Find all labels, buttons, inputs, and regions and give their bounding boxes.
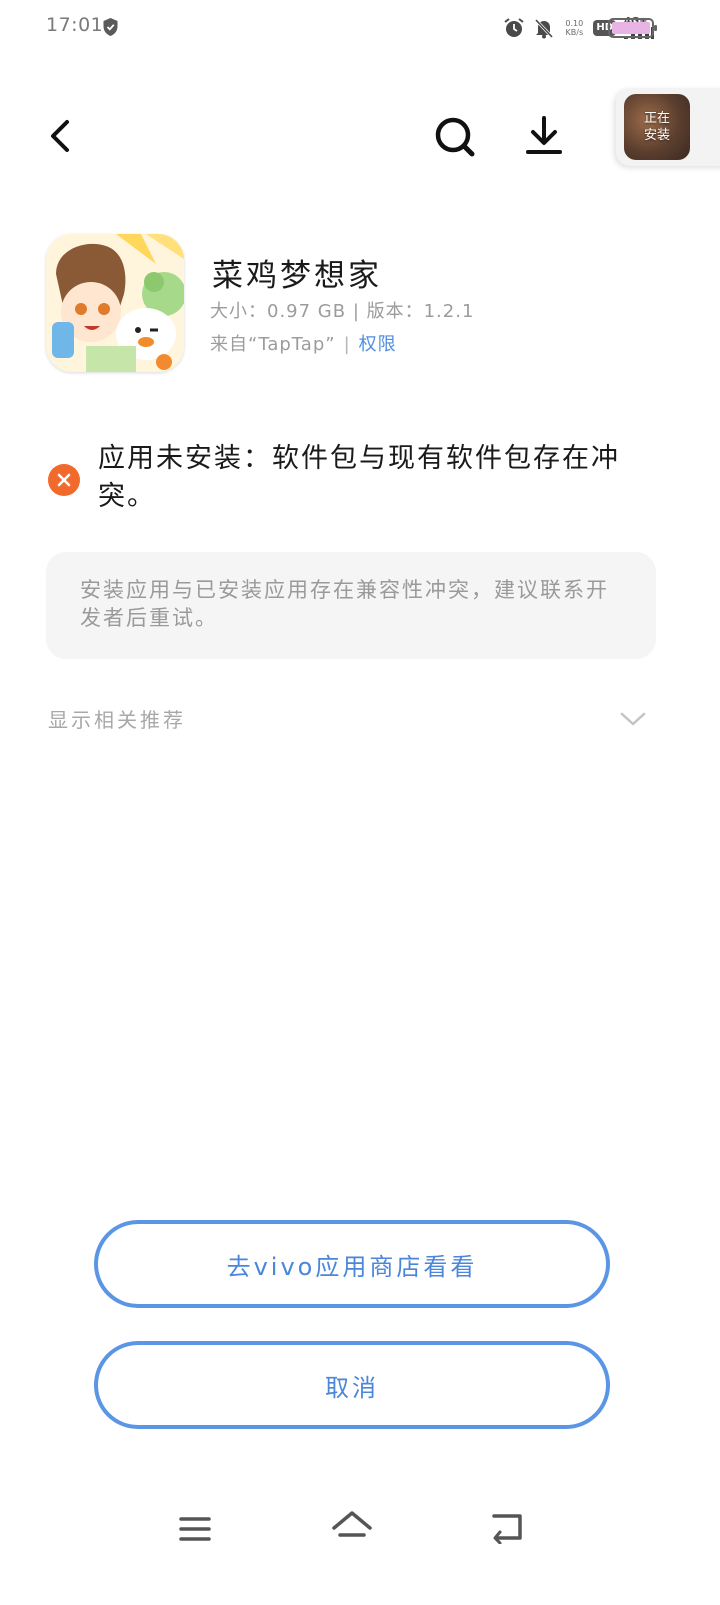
shield-icon [103,18,118,36]
net-speed-unit: KB/s [565,28,584,37]
installing-float-window[interactable]: 正在安装 [616,88,720,166]
menu-icon[interactable] [178,1514,212,1544]
status-bar: 17:01 0.10 KB/s HD 4G+ [0,0,720,56]
search-icon [435,117,475,157]
app-source: 来自“TapTap” [210,334,336,355]
divider: | [343,334,351,355]
mute-bell-icon [535,18,554,39]
app-meta: 大小：0.97 GB | 版本：1.2.1 [210,301,475,322]
system-nav-bar [0,1490,720,1570]
cancel-button[interactable]: 取消 [94,1341,610,1429]
related-recommendations-toggle[interactable]: 显示相关推荐 [48,696,660,740]
home-icon[interactable] [330,1508,374,1546]
download-icon [526,116,562,154]
search-button[interactable] [430,112,478,160]
app-name: 菜鸡梦想家 [212,258,382,294]
app-source-row: 来自“TapTap” | 权限 [210,330,397,356]
net-speed: 0.10 KB/s [563,19,585,37]
battery-icon [608,18,657,38]
back-button[interactable] [38,112,82,160]
app-icon [46,234,184,372]
installing-label: 正在安装 [643,111,670,143]
net-speed-value: 0.10 [565,19,584,28]
error-icon [48,464,80,496]
status-time: 17:01 [46,14,104,36]
download-button[interactable] [520,112,568,160]
vivo-store-button[interactable]: 去vivo应用商店看看 [94,1220,610,1308]
alarm-icon [504,18,524,37]
back-icon [51,120,69,152]
hint-text: 安装应用与已安装应用存在兼容性冲突，建议联系开发者后重试。 [80,578,609,630]
return-icon[interactable] [490,1510,526,1544]
installing-app-thumbnail: 正在安装 [624,94,690,160]
related-label: 显示相关推荐 [48,708,186,732]
hint-box: 安装应用与已安装应用存在兼容性冲突，建议联系开发者后重试。 [46,552,656,659]
error-message: 应用未安装：软件包与现有软件包存在冲突。 [98,443,620,512]
permission-link[interactable]: 权限 [359,334,397,355]
chevron-down-icon [620,712,646,726]
